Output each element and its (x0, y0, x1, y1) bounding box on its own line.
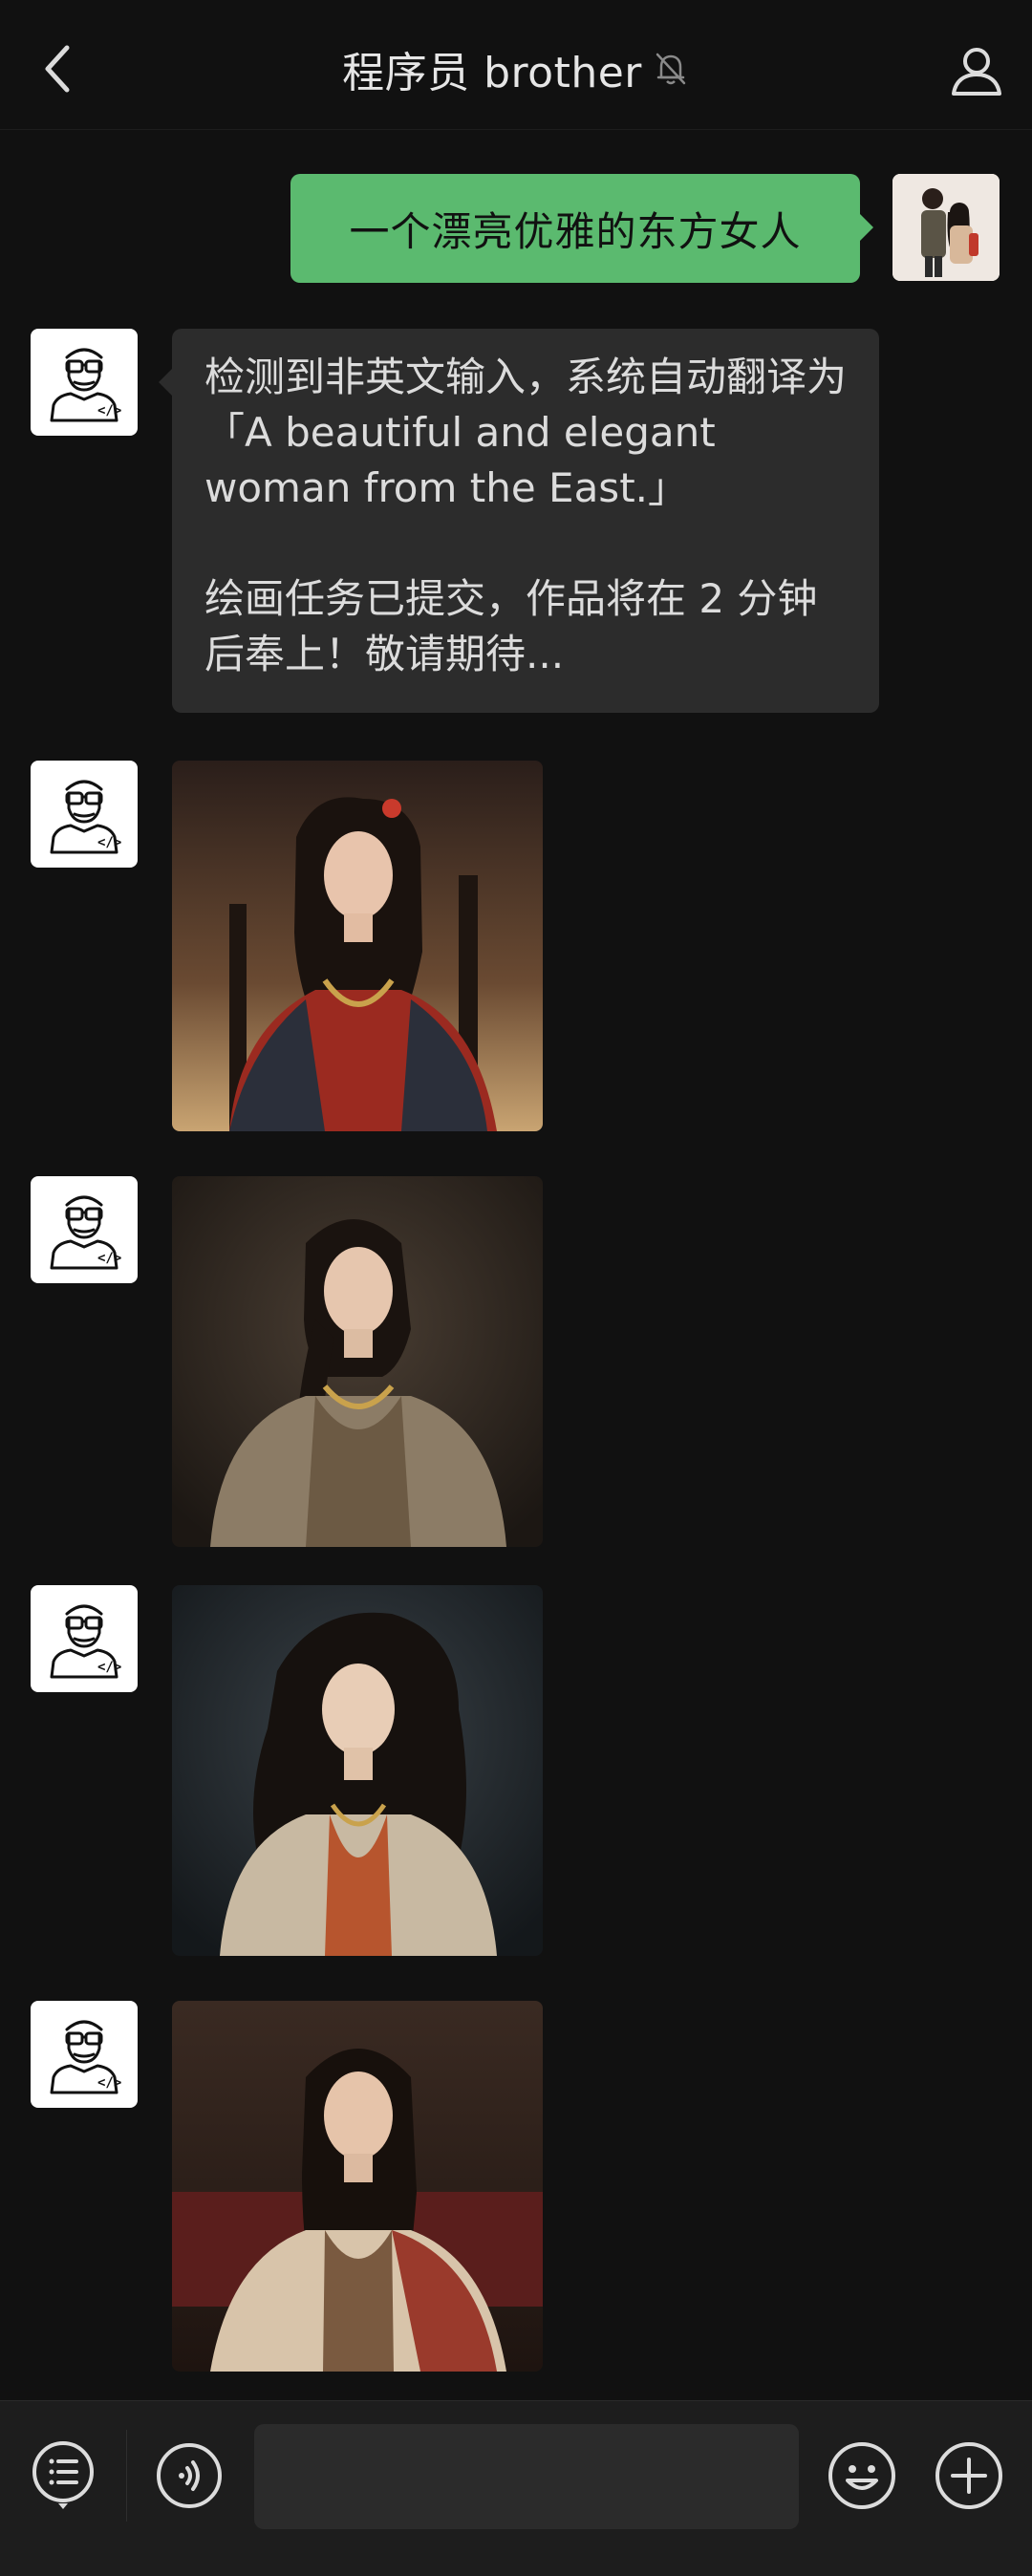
svg-text:</>: </> (97, 2075, 121, 2091)
user-avatar-image (892, 174, 1000, 281)
bot-avatar[interactable]: </> (31, 1585, 138, 1692)
chat-info-button[interactable] (942, 36, 1011, 105)
bell-off-icon (652, 50, 690, 88)
svg-text:</>: </> (97, 835, 121, 850)
emoji-button[interactable] (824, 2437, 900, 2514)
chat-header: 程序员 brother (0, 0, 1032, 130)
generated-image[interactable] (172, 1176, 543, 1547)
developer-avatar-icon: </> (50, 1604, 121, 1679)
voice-icon (157, 2443, 222, 2508)
user-message-text: 一个漂亮优雅的东方女人 (349, 207, 802, 255)
developer-avatar-icon: </> (50, 348, 121, 422)
svg-text:</>: </> (97, 1660, 121, 1675)
emoji-icon (828, 2442, 895, 2509)
bot-avatar[interactable]: </> (31, 329, 138, 436)
chat-title: 程序员 brother (342, 49, 642, 97)
user-avatar[interactable] (892, 174, 1000, 281)
developer-avatar-icon: </> (50, 2020, 121, 2094)
bot-message-line-2: 绘画任务已提交，作品将在 2 分钟后奉上！敬请期待... (204, 575, 818, 677)
generated-image[interactable] (172, 761, 543, 1131)
person-icon (952, 48, 1001, 96)
svg-text:</>: </> (97, 1251, 121, 1266)
generated-image[interactable] (172, 1585, 543, 1956)
message-input[interactable] (254, 2424, 799, 2529)
chat-title-area: 程序员 brother (0, 34, 1032, 103)
bot-avatar[interactable]: </> (31, 1176, 138, 1283)
menu-list-icon (32, 2441, 94, 2509)
developer-avatar-icon: </> (50, 780, 121, 854)
bot-avatar[interactable]: </> (31, 761, 138, 868)
svg-text:</>: </> (97, 403, 121, 419)
generated-image[interactable] (172, 2001, 543, 2372)
developer-avatar-icon: </> (50, 1195, 121, 1270)
menu-button[interactable] (25, 2437, 101, 2514)
more-button[interactable] (931, 2437, 1007, 2514)
plus-icon (935, 2442, 1002, 2509)
user-message-bubble[interactable]: 一个漂亮优雅的东方女人 (290, 174, 873, 283)
bot-message-bubble[interactable]: 检测到非英文输入，系统自动翻译为「A beautiful and elegant… (159, 329, 879, 713)
bot-message-line-1: 检测到非英文输入，系统自动翻译为「A beautiful and elegant… (204, 354, 848, 511)
bot-avatar[interactable]: </> (31, 2001, 138, 2108)
voice-button[interactable] (151, 2437, 227, 2514)
bottom-bar-divider (126, 2430, 127, 2522)
bottom-input-bar (0, 2400, 1032, 2576)
